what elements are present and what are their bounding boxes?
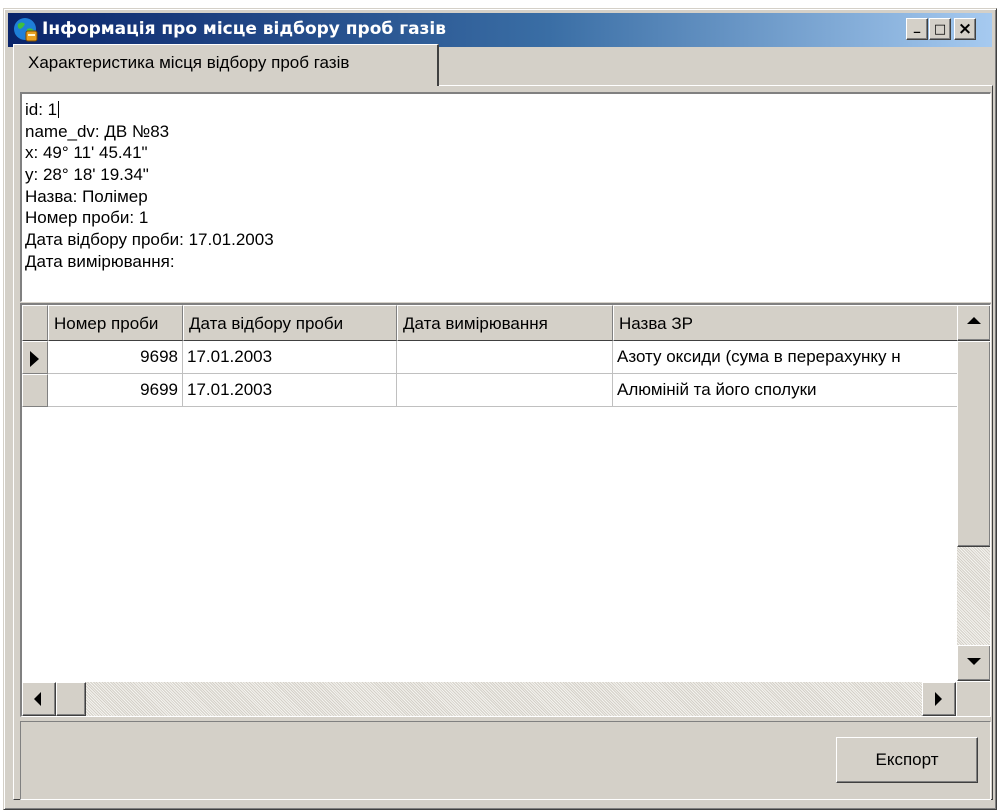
row-indicator[interactable] [22, 341, 48, 374]
maximize-button[interactable]: □ [929, 18, 951, 40]
globe-app-icon [14, 18, 38, 42]
detail-sample-number: Номер проби: 1 [25, 208, 149, 228]
header-indicator [22, 305, 48, 341]
vertical-scroll-thumb[interactable] [957, 341, 990, 547]
arrow-right-icon [935, 692, 942, 706]
minimize-icon: _ [913, 18, 921, 34]
scroll-down-button[interactable] [957, 645, 990, 681]
arrow-left-icon [34, 692, 41, 706]
title-bar[interactable]: Інформація про місце відбору проб газів … [8, 13, 992, 47]
column-header-sampling-date[interactable]: Дата відбору проби [183, 305, 397, 341]
samples-table[interactable]: Номер проби Дата відбору проби Дата вимі… [20, 303, 991, 717]
maximize-icon: □ [933, 21, 947, 37]
scrollbar-corner [957, 682, 990, 716]
text-caret [58, 101, 60, 118]
window-title: Інформація про місце відбору проб газів [42, 19, 447, 39]
detail-sampling-date: Дата відбору проби: 17.01.2003 [25, 230, 274, 250]
table-cell[interactable] [397, 341, 613, 374]
detail-y: y: 28° 18' 19.34" [25, 165, 149, 185]
details-memo[interactable]: id: 1 name_dv: ДВ №83 x: 49° 11' 45.41" … [20, 92, 991, 302]
horizontal-scroll-thumb[interactable] [56, 682, 86, 716]
column-header-substance-name[interactable]: Назва ЗР [613, 305, 958, 341]
row-indicator[interactable] [22, 374, 48, 407]
scroll-up-button[interactable] [957, 305, 990, 341]
arrow-up-icon [967, 317, 981, 324]
scroll-right-button[interactable] [922, 682, 956, 716]
export-button[interactable]: Експорт [836, 737, 978, 783]
detail-name-dv: name_dv: ДВ №83 [25, 121, 170, 141]
table-cell[interactable]: 9699 [48, 374, 183, 407]
table-cell[interactable]: 17.01.2003 [183, 341, 397, 374]
table-cell[interactable] [397, 374, 613, 407]
column-header-measurement-date[interactable]: Дата вимірювання [397, 305, 613, 341]
close-button[interactable]: × [954, 18, 976, 40]
horizontal-scrollbar[interactable] [22, 682, 956, 716]
minimize-button[interactable]: _ [906, 18, 928, 40]
detail-name: Назва: Полімер [25, 186, 148, 206]
scroll-left-button[interactable] [22, 682, 56, 716]
column-header-sample-number[interactable]: Номер проби [48, 305, 183, 341]
detail-id: id: 1 [25, 100, 60, 119]
detail-measurement-date: Дата вимірювання: [25, 251, 175, 271]
current-row-arrow-icon [30, 351, 39, 367]
table-cell[interactable]: Алюміній та його сполуки [613, 374, 957, 407]
close-icon: × [957, 19, 973, 39]
tab-gas-sampling-characteristics[interactable]: Характеристика місця відбору проб газів [13, 44, 439, 86]
arrow-down-icon [967, 658, 981, 665]
table-cell[interactable]: Азоту оксиди (сума в перерахунку н [613, 341, 957, 374]
table-cell[interactable]: 9698 [48, 341, 183, 374]
tab-label: Характеристика місця відбору проб газів [28, 53, 350, 72]
table-cell[interactable]: 17.01.2003 [183, 374, 397, 407]
vertical-scrollbar[interactable] [957, 305, 990, 681]
detail-x: x: 49° 11' 45.41" [25, 143, 148, 163]
